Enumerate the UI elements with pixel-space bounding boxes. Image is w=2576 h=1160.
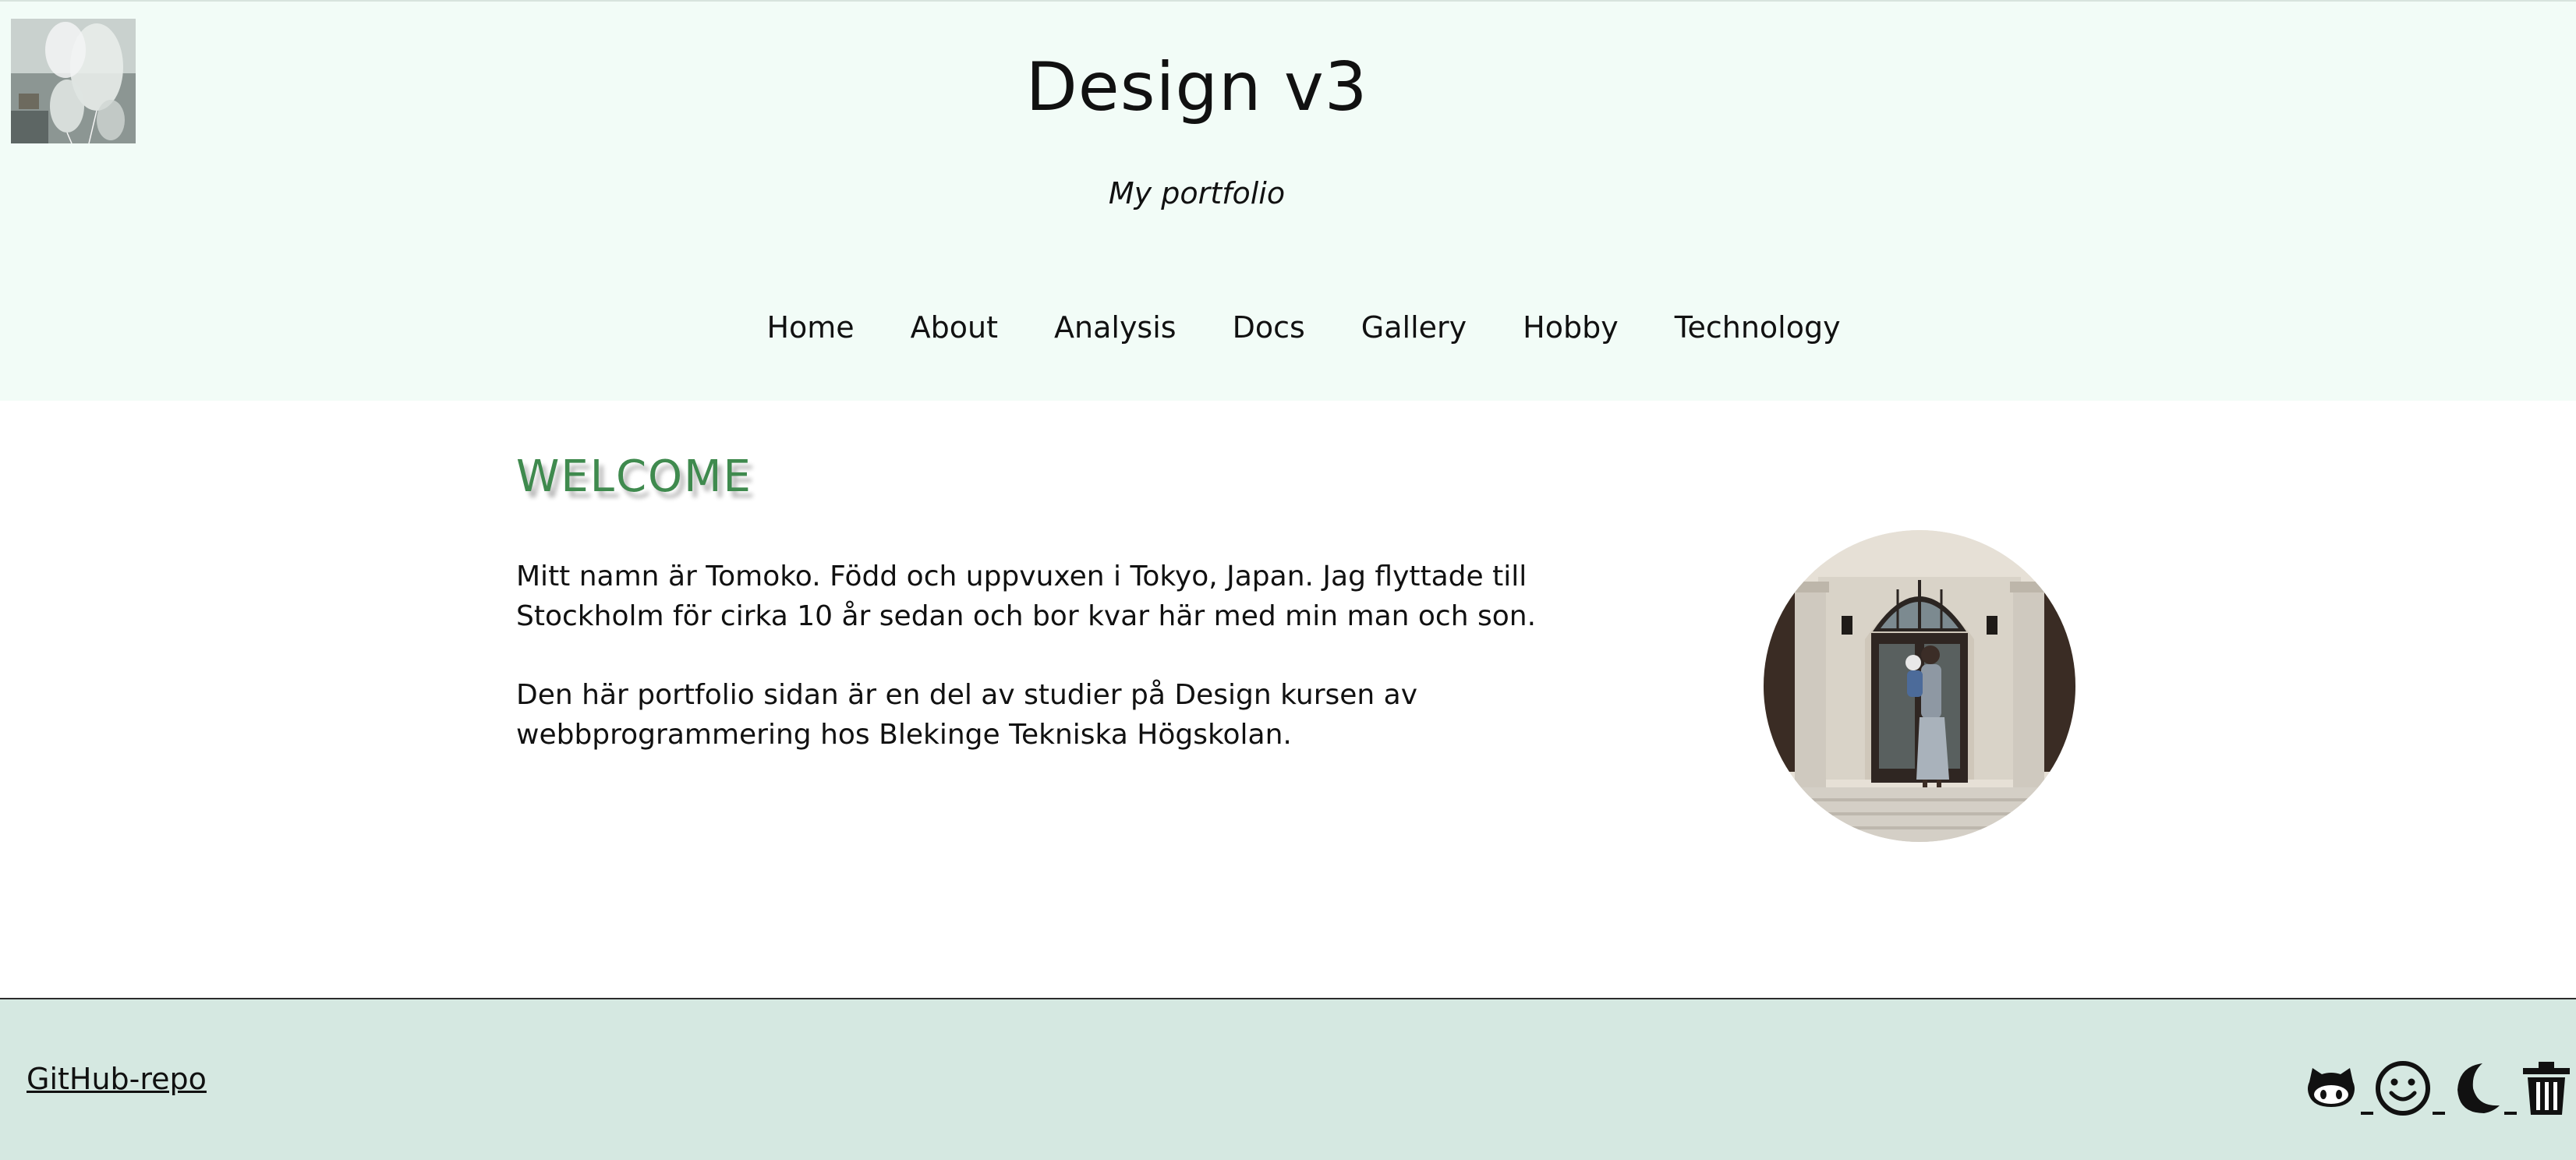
icon-separator [2433,1112,2445,1115]
nav-link-about[interactable]: About [883,304,1026,351]
nav-item-about: About [883,304,1026,351]
nav-item-home: Home [738,304,882,351]
nav-item-hobby: Hobby [1495,304,1647,351]
nav-link-gallery[interactable]: Gallery [1333,304,1495,351]
page: Design v3 My portfolio Home About Analys… [0,0,2576,1160]
intro-paragraph-1: Mitt namn är Tomoko. Född och uppvuxen i… [516,561,1537,632]
nav-link-analysis[interactable]: Analysis [1026,304,1205,351]
nav-list: Home About Analysis Docs Gallery Hobby T… [738,304,1868,351]
icon-separator [2361,1112,2373,1115]
nav-link-docs[interactable]: Docs [1205,304,1333,351]
site-header: Design v3 My portfolio Home About Analys… [0,0,2576,401]
github-icon[interactable] [2302,1059,2361,1118]
main-content: WELCOME Mitt namn är Tomoko. Född och up… [0,401,2576,998]
nav-link-technology[interactable]: Technology [1647,304,1869,351]
nav-link-home[interactable]: Home [738,304,882,351]
profile-photo [1764,530,2075,842]
footer-icon-bar [2302,1040,2576,1118]
nav-item-gallery: Gallery [1333,304,1495,351]
profile-photo-image [1764,530,2075,842]
welcome-heading: WELCOME [516,451,752,502]
github-repo-link[interactable]: GitHub-repo [27,1056,207,1102]
nav-item-docs: Docs [1205,304,1333,351]
nav-item-technology: Technology [1647,304,1869,351]
trash-icon[interactable] [2517,1059,2576,1118]
main-navigation: Home About Analysis Docs Gallery Hobby T… [0,304,2576,351]
nav-link-hobby[interactable]: Hobby [1495,304,1647,351]
intro-paragraph-2: Den här portfolio sidan är en del av stu… [516,679,1418,751]
nav-item-analysis: Analysis [1026,304,1205,351]
smiley-icon[interactable] [2373,1059,2433,1118]
moon-icon[interactable] [2445,1059,2504,1118]
intro-text: Mitt namn är Tomoko. Född och uppvuxen i… [516,557,1608,794]
icon-separator [2504,1112,2517,1115]
site-slogan: My portfolio [1108,176,1286,210]
site-footer: GitHub-repo [0,998,2576,1160]
site-title: Design v3 [1025,48,1368,126]
